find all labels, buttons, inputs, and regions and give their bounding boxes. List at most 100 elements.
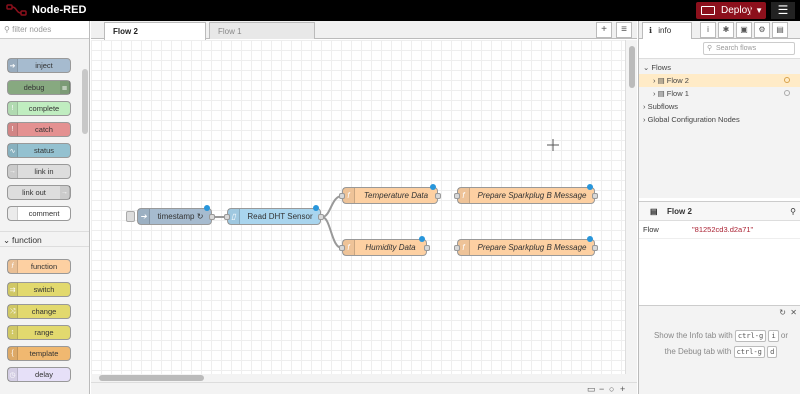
sidebar-context-button[interactable]: ▤: [772, 22, 788, 38]
wire-layer: [213, 195, 343, 249]
close-icon[interactable]: ✕: [790, 308, 797, 317]
tree-item-flow-1[interactable]: › ▤ Flow 1: [639, 87, 800, 100]
palette-filter-input[interactable]: ⚲ filter nodes: [0, 21, 89, 39]
zoom-out-button[interactable]: −: [599, 384, 604, 394]
sidebar-info-button[interactable]: i: [700, 22, 716, 38]
output-port[interactable]: [209, 214, 215, 220]
tab-label: info: [658, 26, 672, 35]
output-port[interactable]: [592, 245, 598, 251]
main-menu-button[interactable]: ☰: [771, 2, 795, 19]
flow-node-prepare-sparkplug-2[interactable]: f Prepare Sparkplug B Message: [454, 236, 598, 256]
palette-scrollbar[interactable]: [82, 69, 88, 134]
palette-node-catch[interactable]: ! catch: [7, 122, 71, 137]
flow-icon: ▤: [657, 76, 665, 85]
changed-indicator-icon: [587, 184, 593, 190]
deploy-dropdown-caret-icon[interactable]: ▼: [750, 6, 763, 15]
output-port[interactable]: [435, 193, 441, 199]
search-placeholder: Search flows: [716, 45, 757, 52]
flow-icon: ▤: [657, 89, 665, 98]
palette-node-debug[interactable]: debug ≣: [7, 80, 71, 95]
input-port[interactable]: [339, 193, 345, 199]
help-panel: ↻ ✕ Show the Info tab with ctrl-g i or t…: [639, 305, 800, 394]
palette-filter-placeholder: filter nodes: [12, 25, 52, 34]
link-icon: →: [60, 186, 70, 199]
chevron-right-icon: ›: [643, 102, 646, 111]
zoom-in-button[interactable]: +: [620, 384, 625, 394]
flow-node-read-dht-sensor[interactable]: ▯ Read DHT Sensor: [224, 205, 324, 225]
node-label: Read DHT Sensor: [247, 212, 313, 221]
input-port[interactable]: [454, 193, 460, 199]
sidebar-config-button[interactable]: ▣: [736, 22, 752, 38]
search-flows-input[interactable]: ⚲ Search flows: [703, 42, 795, 55]
deploy-button[interactable]: Deploy ▼: [696, 2, 766, 19]
canvas-vertical-scrollbar[interactable]: [625, 40, 637, 374]
palette-node-switch[interactable]: ⇉ switch: [7, 282, 71, 297]
wire: [321, 195, 343, 218]
input-port[interactable]: [339, 245, 345, 251]
palette-node-status[interactable]: ∿ status: [7, 143, 71, 158]
palette-node-link-in[interactable]: → link in: [7, 164, 71, 179]
output-port[interactable]: [424, 245, 430, 251]
arrow-right-icon: ➔: [138, 209, 150, 224]
zoom-reset-button[interactable]: ○: [609, 384, 614, 394]
flow-node-temperature-data[interactable]: f Temperature Data: [339, 184, 441, 204]
output-port[interactable]: [318, 214, 324, 220]
input-port[interactable]: [454, 245, 460, 251]
palette-node-label: catch: [35, 125, 53, 134]
search-icon[interactable]: ⚲: [790, 202, 796, 222]
palette-node-label: complete: [28, 104, 60, 113]
node-label: timestamp ↻: [157, 212, 204, 221]
palette-node-delay[interactable]: ◷ delay: [7, 367, 71, 382]
palette-node-label: link out: [22, 188, 46, 197]
shortcut-key: ctrl-g: [734, 330, 767, 342]
palette-node-complete[interactable]: ! complete: [7, 101, 71, 116]
scroll-thumb[interactable]: [99, 375, 204, 381]
palette-node-function[interactable]: f function: [7, 259, 71, 274]
tree-label: Flow 2: [666, 76, 689, 85]
tree-label: Subflows: [647, 102, 679, 111]
palette-node-template[interactable]: {template: [7, 346, 71, 361]
shortcut-key: i: [768, 330, 779, 342]
flow-node-humidity-data[interactable]: f Humidity Data: [339, 236, 430, 256]
app-title: Node-RED: [32, 4, 87, 16]
chevron-right-icon: ›: [653, 89, 656, 98]
tree-item-subflows[interactable]: › Subflows: [639, 100, 800, 113]
palette-node-label: debug: [23, 83, 45, 92]
navigator-icon[interactable]: ▭: [587, 384, 596, 394]
input-port[interactable]: [224, 214, 230, 220]
add-flow-button[interactable]: +: [596, 22, 612, 38]
palette-node-inject[interactable]: ➔ inject: [7, 58, 71, 73]
deploy-label: Deploy: [721, 5, 753, 16]
tree-item-flow-2[interactable]: › ▤ Flow 2: [639, 74, 800, 87]
sidebar-tab-bar: ℹ info i ✱ ▣ ⚙ ▤: [639, 21, 800, 39]
tree-item-flows[interactable]: ⌄ Flows: [639, 61, 800, 74]
refresh-icon[interactable]: ↻: [779, 308, 786, 317]
help-text: or: [780, 331, 789, 340]
palette-node-change[interactable]: ⤨ change: [7, 304, 71, 319]
help-line-1: Show the Info tab with ctrl-g i or: [643, 328, 799, 343]
flow-node-timestamp[interactable]: ➔ timestamp ↻: [137, 205, 215, 225]
palette-node-label: function: [30, 262, 58, 271]
property-label: Flow: [643, 225, 659, 234]
palette-node-label: switch: [33, 285, 55, 294]
flow-tree: ⌄ Flows › ▤ Flow 2 › ▤ Flow 1 › Subflows…: [639, 58, 800, 198]
range-icon: ↕: [8, 326, 18, 339]
tab-flow-2[interactable]: Flow 2: [104, 22, 206, 40]
sidebar-debug-button[interactable]: ✱: [718, 22, 734, 38]
search-icon: ⚲: [707, 45, 713, 52]
palette-category-function[interactable]: ⌄ function: [0, 231, 89, 247]
scroll-thumb[interactable]: [629, 46, 635, 88]
palette-node-range[interactable]: ↕ range: [7, 325, 71, 340]
flow-node-prepare-sparkplug-1[interactable]: f Prepare Sparkplug B Message: [454, 184, 598, 204]
tab-info[interactable]: ℹ info: [642, 22, 692, 39]
list-flows-button[interactable]: ≡: [616, 22, 632, 38]
flow-canvas[interactable]: ➔ timestamp ↻ ▯ Read DHT Sensor f Temper…: [91, 40, 625, 374]
tree-item-global-config[interactable]: › Global Configuration Nodes: [639, 113, 800, 126]
output-port[interactable]: [592, 193, 598, 199]
inject-trigger-button[interactable]: [126, 211, 135, 222]
sidebar-settings-button[interactable]: ⚙: [754, 22, 770, 38]
palette-node-comment[interactable]: comment: [7, 206, 71, 221]
palette-node-link-out[interactable]: link out →: [7, 185, 71, 200]
canvas-horizontal-scrollbar[interactable]: [91, 374, 637, 382]
tab-flow-1[interactable]: Flow 1: [209, 22, 315, 39]
